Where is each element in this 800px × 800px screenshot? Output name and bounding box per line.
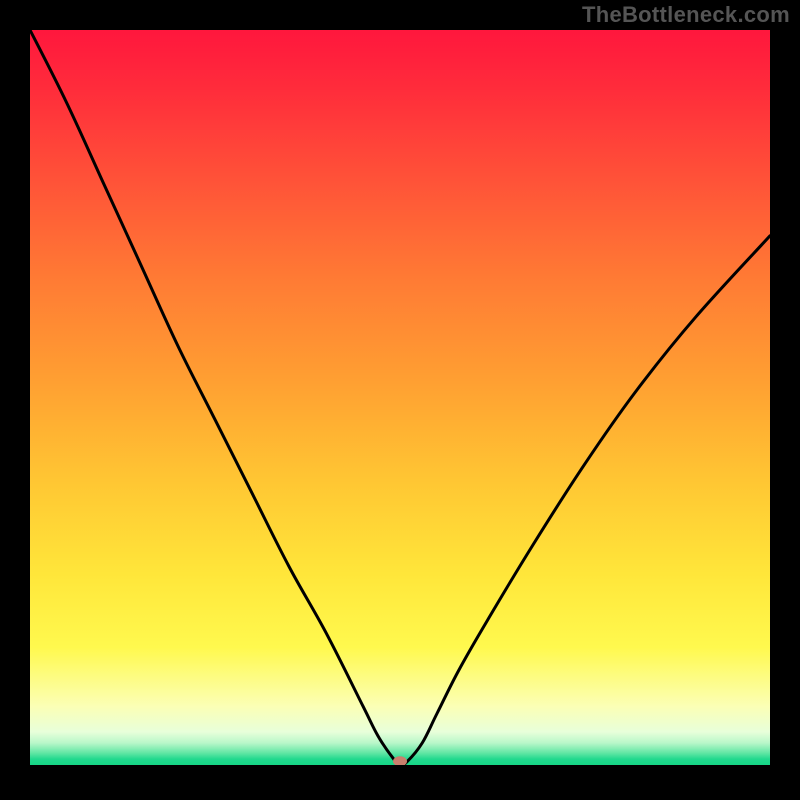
curve-svg: [30, 30, 770, 765]
attribution-text: TheBottleneck.com: [582, 2, 790, 28]
plot-area: [30, 30, 770, 765]
bottleneck-curve: [30, 30, 770, 765]
minimum-marker: [393, 756, 407, 765]
chart-frame: TheBottleneck.com: [0, 0, 800, 800]
